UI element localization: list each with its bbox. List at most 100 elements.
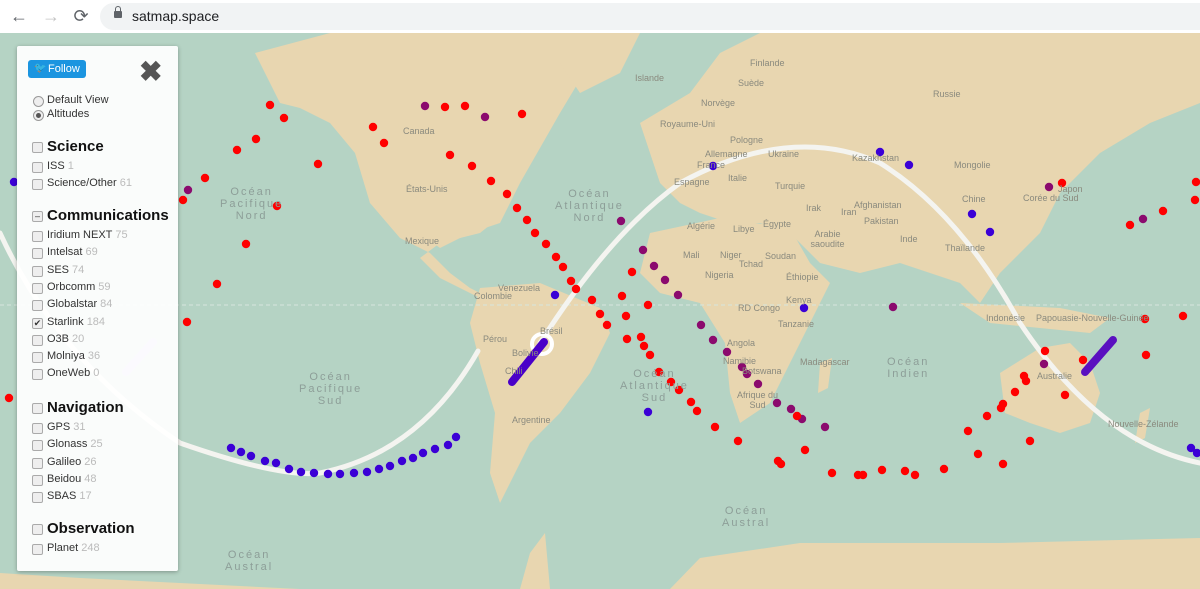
satellite-marker[interactable]: [673, 290, 683, 300]
checkbox-globalstar[interactable]: [32, 300, 43, 312]
checkbox-intelsat[interactable]: [32, 248, 43, 260]
satellite-marker[interactable]: [522, 215, 532, 225]
satellite-marker[interactable]: [602, 320, 612, 330]
satellite-marker[interactable]: [467, 161, 477, 171]
satellite-marker[interactable]: [998, 399, 1008, 409]
reload-icon[interactable]: ⟳: [70, 5, 92, 27]
close-panel-icon[interactable]: ✖: [139, 58, 162, 86]
satellite-marker[interactable]: [708, 335, 718, 345]
satellite-marker[interactable]: [232, 145, 242, 155]
satellite-marker[interactable]: [571, 284, 581, 294]
satellite-marker[interactable]: [910, 470, 920, 480]
satellite-marker[interactable]: [309, 468, 319, 478]
satellite-marker[interactable]: [550, 290, 560, 300]
starlink-train[interactable]: [1081, 336, 1117, 376]
twitter-follow-button[interactable]: 🐦 Follow: [28, 60, 86, 78]
satellite-marker[interactable]: [541, 239, 551, 249]
satellite-marker[interactable]: [551, 252, 561, 262]
satellite-marker[interactable]: [212, 279, 222, 289]
satellite-marker[interactable]: [1178, 311, 1188, 321]
satellite-marker[interactable]: [786, 404, 796, 414]
satellite-marker[interactable]: [638, 245, 648, 255]
satellite-marker[interactable]: [1039, 359, 1049, 369]
satellite-marker[interactable]: [939, 464, 949, 474]
checkbox-iss[interactable]: [32, 162, 43, 173]
satellite-marker[interactable]: [639, 341, 649, 351]
satellite-marker[interactable]: [445, 150, 455, 160]
satellite-marker[interactable]: [440, 102, 450, 112]
satellite-marker[interactable]: [260, 456, 270, 466]
satellite-marker[interactable]: [617, 291, 627, 301]
satellite-marker[interactable]: [480, 112, 490, 122]
checkbox-galileo[interactable]: [32, 457, 43, 469]
satellite-marker[interactable]: [200, 173, 210, 183]
satellite-marker[interactable]: [226, 443, 236, 453]
satellite-marker[interactable]: [649, 261, 659, 271]
back-icon[interactable]: ←: [8, 5, 30, 27]
satellite-marker[interactable]: [296, 467, 306, 477]
satellite-marker[interactable]: [1191, 177, 1200, 187]
checkbox-science-other[interactable]: [32, 179, 43, 191]
satellite-marker[interactable]: [4, 393, 14, 403]
satellite-marker[interactable]: [251, 134, 261, 144]
satellite-marker[interactable]: [397, 456, 407, 466]
satellite-marker[interactable]: [512, 203, 522, 213]
satellite-marker[interactable]: [1138, 214, 1148, 224]
satellite-marker[interactable]: [1125, 220, 1135, 230]
satellite-marker[interactable]: [323, 469, 333, 479]
forward-icon[interactable]: →: [40, 5, 62, 27]
satellite-marker[interactable]: [1040, 346, 1050, 356]
group-checkbox-observation[interactable]: [32, 524, 43, 535]
satellite-marker[interactable]: [776, 459, 786, 469]
satellite-marker[interactable]: [622, 334, 632, 344]
satellite-marker[interactable]: [877, 465, 887, 475]
satellite-marker[interactable]: [460, 101, 470, 111]
satellite-marker[interactable]: [800, 445, 810, 455]
group-checkbox-navigation[interactable]: [32, 403, 43, 414]
satellite-marker[interactable]: [362, 467, 372, 477]
checkbox-sbas[interactable]: [32, 492, 43, 504]
checkbox-gps[interactable]: [32, 423, 43, 434]
satellite-marker[interactable]: [430, 444, 440, 454]
satellite-marker[interactable]: [558, 262, 568, 272]
satellite-marker[interactable]: [182, 317, 192, 327]
satellite-marker[interactable]: [963, 426, 973, 436]
satellite-marker[interactable]: [1010, 387, 1020, 397]
group-checkbox-communications[interactable]: –: [32, 211, 43, 222]
satellite-marker[interactable]: [368, 122, 378, 132]
satellite-marker[interactable]: [1044, 182, 1054, 192]
satellite-marker[interactable]: [385, 461, 395, 471]
satellite-marker[interactable]: [1025, 436, 1035, 446]
satellite-marker[interactable]: [985, 227, 995, 237]
checkbox-planet[interactable]: [32, 544, 43, 555]
radio-altitudes[interactable]: [33, 110, 44, 121]
satellite-marker[interactable]: [904, 160, 914, 170]
satellite-marker[interactable]: [349, 468, 359, 478]
satellite-marker[interactable]: [284, 464, 294, 474]
satellite-marker[interactable]: [279, 113, 289, 123]
satellite-marker[interactable]: [374, 464, 384, 474]
satellite-marker[interactable]: [595, 309, 605, 319]
satellite-marker[interactable]: [1141, 350, 1151, 360]
checkbox-orbcomm[interactable]: [32, 282, 43, 294]
satellite-marker[interactable]: [443, 440, 453, 450]
satellite-marker[interactable]: [587, 295, 597, 305]
satellite-marker[interactable]: [636, 332, 646, 342]
satellite-marker[interactable]: [998, 459, 1008, 469]
satellite-marker[interactable]: [451, 432, 461, 442]
satellite-marker[interactable]: [643, 407, 653, 417]
satellite-marker[interactable]: [627, 267, 637, 277]
satellite-marker[interactable]: [313, 159, 323, 169]
radio-default-view[interactable]: [33, 96, 44, 107]
checkbox-molniya[interactable]: [32, 352, 43, 364]
satellite-marker[interactable]: [236, 447, 246, 457]
satellite-marker[interactable]: [692, 406, 702, 416]
satellite-marker[interactable]: [967, 209, 977, 219]
satellite-marker[interactable]: [696, 320, 706, 330]
satellite-marker[interactable]: [753, 379, 763, 389]
checkbox-iridium-next[interactable]: [32, 231, 43, 242]
satellite-marker[interactable]: [566, 276, 576, 286]
satellite-marker[interactable]: [486, 176, 496, 186]
satellite-marker[interactable]: [792, 411, 802, 421]
satellite-marker[interactable]: [799, 303, 809, 313]
